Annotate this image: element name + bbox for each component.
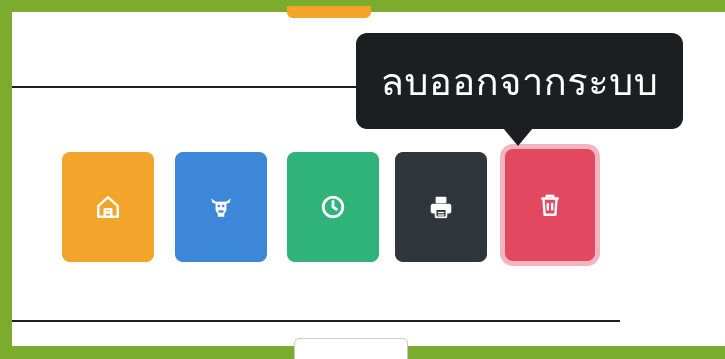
cow-button[interactable] xyxy=(175,152,267,262)
clock-icon xyxy=(321,195,345,219)
partial-box-bottom[interactable] xyxy=(294,338,408,359)
cow-icon xyxy=(211,198,231,217)
trash-icon xyxy=(541,194,559,216)
home-icon xyxy=(97,196,119,218)
delete-tooltip: ลบออกจากระบบ xyxy=(356,33,683,129)
tooltip-text: ลบออกจากระบบ xyxy=(380,59,659,104)
history-button[interactable] xyxy=(287,152,379,262)
partial-button-top[interactable] xyxy=(287,6,371,18)
content-panel: ลบออกจากระบบ xyxy=(12,6,725,359)
home-button[interactable] xyxy=(62,152,154,262)
delete-button[interactable] xyxy=(505,149,595,261)
row-divider-bottom xyxy=(12,320,620,322)
print-button[interactable] xyxy=(395,152,487,262)
tooltip-arrow xyxy=(503,128,533,146)
printer-icon xyxy=(430,196,452,219)
